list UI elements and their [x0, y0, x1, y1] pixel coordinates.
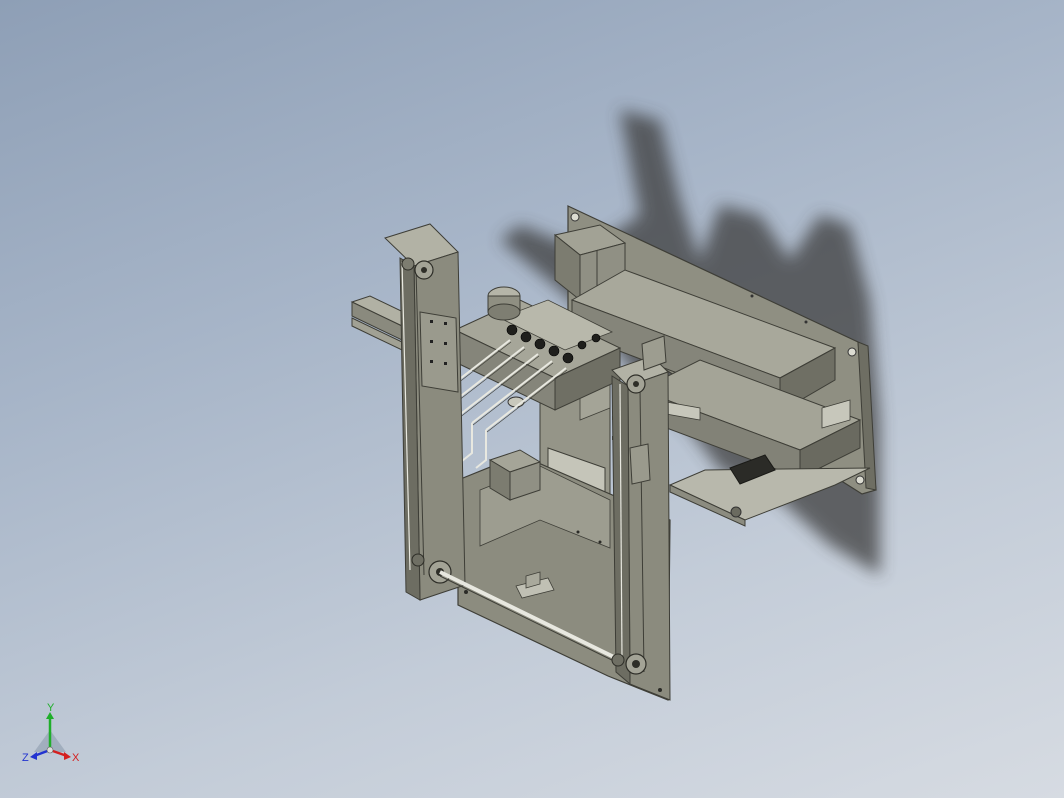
- graphics-viewport[interactable]: Y X Z: [0, 0, 1064, 798]
- left-belt-column: [384, 223, 466, 601]
- axis-triad: Y X Z: [22, 702, 80, 764]
- x-axis-label: X: [72, 752, 80, 764]
- right-belt-column: [611, 335, 671, 701]
- z-axis-label: Z: [22, 752, 29, 764]
- bottom-motor: [488, 449, 542, 501]
- y-axis-label: Y: [47, 702, 55, 714]
- 3d-model-view[interactable]: [0, 0, 1064, 798]
